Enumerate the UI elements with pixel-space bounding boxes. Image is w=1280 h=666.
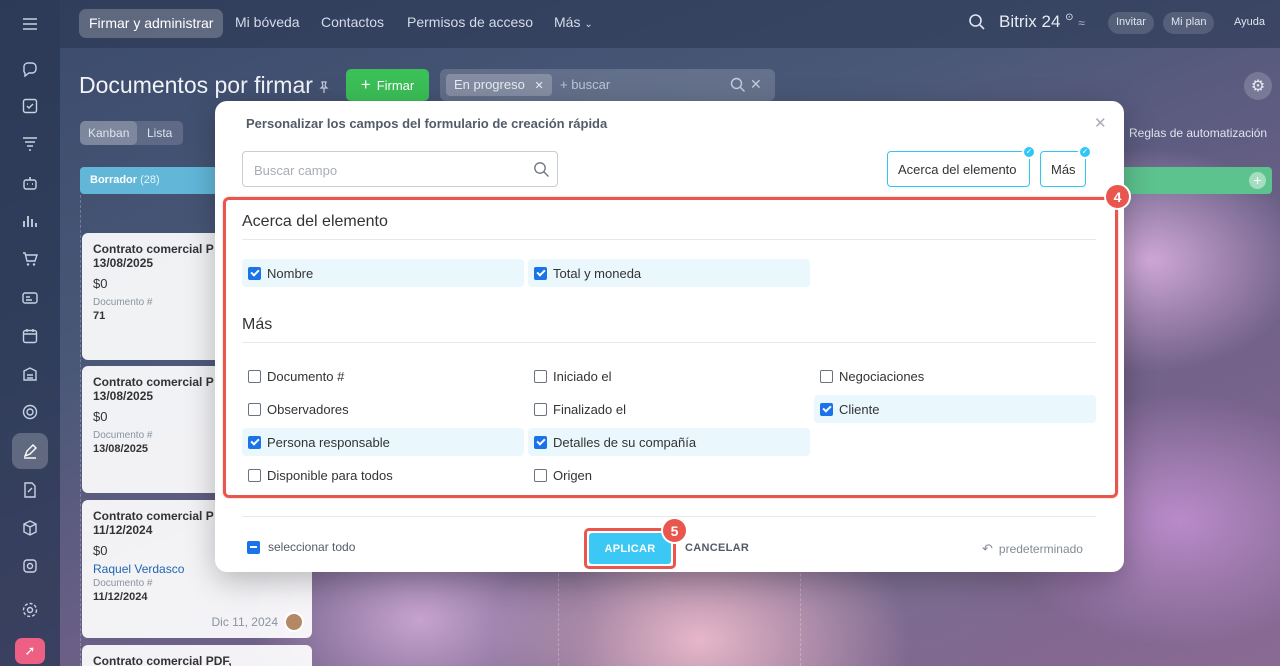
- robot-icon[interactable]: [18, 171, 42, 195]
- add-column-icon[interactable]: +: [1249, 172, 1266, 189]
- my-plan-button[interactable]: Mi plan: [1163, 12, 1215, 34]
- card-field-label: Documento #: [93, 578, 153, 589]
- chevron-down-icon: ⌄: [584, 19, 593, 30]
- check-icon: ✓: [1078, 145, 1092, 159]
- sign-button-label: Firmar: [376, 77, 415, 93]
- column-header-next[interactable]: +: [1124, 167, 1272, 194]
- checkbox-partial[interactable]: [247, 540, 260, 554]
- column-count: (28): [140, 174, 160, 186]
- target-icon[interactable]: [18, 400, 42, 424]
- section-tag-label: Acerca del elemento: [898, 162, 1017, 177]
- clock-icon: ⊙: [1065, 12, 1074, 23]
- sign-pen-icon[interactable]: [18, 439, 42, 463]
- cancel-button[interactable]: CANCELAR: [685, 542, 749, 554]
- field-search-placeholder: Buscar campo: [254, 163, 338, 178]
- nav-more-label: Más: [554, 14, 581, 30]
- calendar-icon[interactable]: [18, 324, 42, 348]
- view-kanban[interactable]: Kanban: [88, 126, 129, 140]
- filter-search-box[interactable]: En progreso ✕ + buscar ✕: [440, 69, 775, 101]
- search-icon: [534, 162, 549, 177]
- plus-icon: +: [360, 75, 371, 94]
- step-badge: 4: [1104, 183, 1131, 210]
- section-tag-label: Más: [1051, 162, 1076, 177]
- left-app-bar: ➚: [0, 0, 60, 666]
- annotation-highlight-fields: [223, 197, 1118, 498]
- menu-icon[interactable]: [18, 12, 42, 36]
- pin-icon[interactable]: [317, 80, 331, 94]
- card-title: Contrato comercial PDF,: [93, 654, 232, 666]
- search-icon[interactable]: [730, 77, 746, 93]
- support-icon[interactable]: [18, 554, 42, 578]
- nav-tab-access-permissions[interactable]: Permisos de acceso: [407, 14, 533, 30]
- nav-tab-my-vault[interactable]: Mi bóveda: [235, 14, 300, 30]
- card-field-value: 11/12/2024: [93, 591, 148, 603]
- box-icon[interactable]: [18, 516, 42, 540]
- rocket-icon[interactable]: ➚: [15, 638, 45, 664]
- avatar[interactable]: [284, 612, 304, 632]
- filter-funnel-icon[interactable]: [18, 132, 42, 156]
- analytics-icon[interactable]: [18, 209, 42, 233]
- chat-icon[interactable]: [18, 58, 42, 82]
- field-search-input[interactable]: Buscar campo: [242, 151, 558, 187]
- dialog-title: Personalizar los campos del formulario d…: [246, 116, 608, 131]
- invite-button[interactable]: Invitar: [1108, 12, 1154, 34]
- card-footer-date: Dic 11, 2024: [211, 615, 279, 629]
- nav-tab-sign-manage[interactable]: Firmar y administrar: [79, 9, 224, 38]
- check-icon: ✓: [1022, 145, 1036, 159]
- select-all-checkbox[interactable]: seleccionar todo: [247, 540, 355, 554]
- settings-gear-icon[interactable]: ⚙: [1244, 72, 1272, 100]
- select-all-label: seleccionar todo: [268, 540, 356, 554]
- view-switch: Kanban Lista: [80, 121, 183, 145]
- undo-icon: ↶: [982, 541, 993, 556]
- cart-icon[interactable]: [18, 247, 42, 271]
- top-bar: Firmar y administrar Mi bóveda Contactos…: [60, 0, 1280, 48]
- column-divider: [80, 195, 81, 666]
- nav-tab-contacts[interactable]: Contactos: [321, 14, 384, 30]
- column-title: Borrador: [90, 174, 138, 186]
- page-title: Documentos por firmar: [79, 72, 313, 98]
- toggle-icon[interactable]: ≈: [1078, 16, 1085, 30]
- restore-default-button[interactable]: ↶ predeterminado: [982, 541, 1083, 557]
- kanban-card[interactable]: Contrato comercial PDF,: [82, 645, 312, 666]
- filter-chip-in-progress[interactable]: En progreso ✕: [446, 74, 552, 96]
- restore-default-label: predeterminado: [998, 542, 1083, 556]
- contact-card-icon[interactable]: [18, 286, 42, 310]
- step-badge: 5: [661, 517, 688, 544]
- close-icon[interactable]: ✕: [1094, 114, 1107, 132]
- section-tag-about-item[interactable]: Acerca del elemento ✓: [887, 145, 1036, 187]
- brand-name: Bitrix 24: [999, 12, 1061, 31]
- tasks-icon[interactable]: [18, 94, 42, 118]
- sign-button[interactable]: + Firmar: [346, 69, 429, 101]
- storage-icon[interactable]: [18, 362, 42, 386]
- filter-chip-label: En progreso: [454, 77, 525, 92]
- nav-tab-more[interactable]: Más ⌄: [554, 14, 593, 30]
- settings-gear-icon[interactable]: [18, 598, 42, 622]
- section-tag-more[interactable]: Más ✓: [1040, 145, 1092, 187]
- clear-filter-icon[interactable]: ✕: [750, 76, 762, 93]
- document-edit-icon[interactable]: [18, 478, 42, 502]
- apply-button[interactable]: APLICAR: [589, 533, 671, 564]
- automation-rules-link[interactable]: Reglas de automatización: [1129, 126, 1267, 140]
- view-list[interactable]: Lista: [147, 126, 172, 140]
- remove-chip-icon[interactable]: ✕: [534, 80, 543, 92]
- filter-placeholder: + buscar: [560, 77, 611, 92]
- brand-logo: Bitrix 24 ⊙ ≈: [999, 12, 1085, 32]
- search-icon[interactable]: [968, 13, 986, 31]
- help-button[interactable]: Ayuda: [1226, 12, 1273, 34]
